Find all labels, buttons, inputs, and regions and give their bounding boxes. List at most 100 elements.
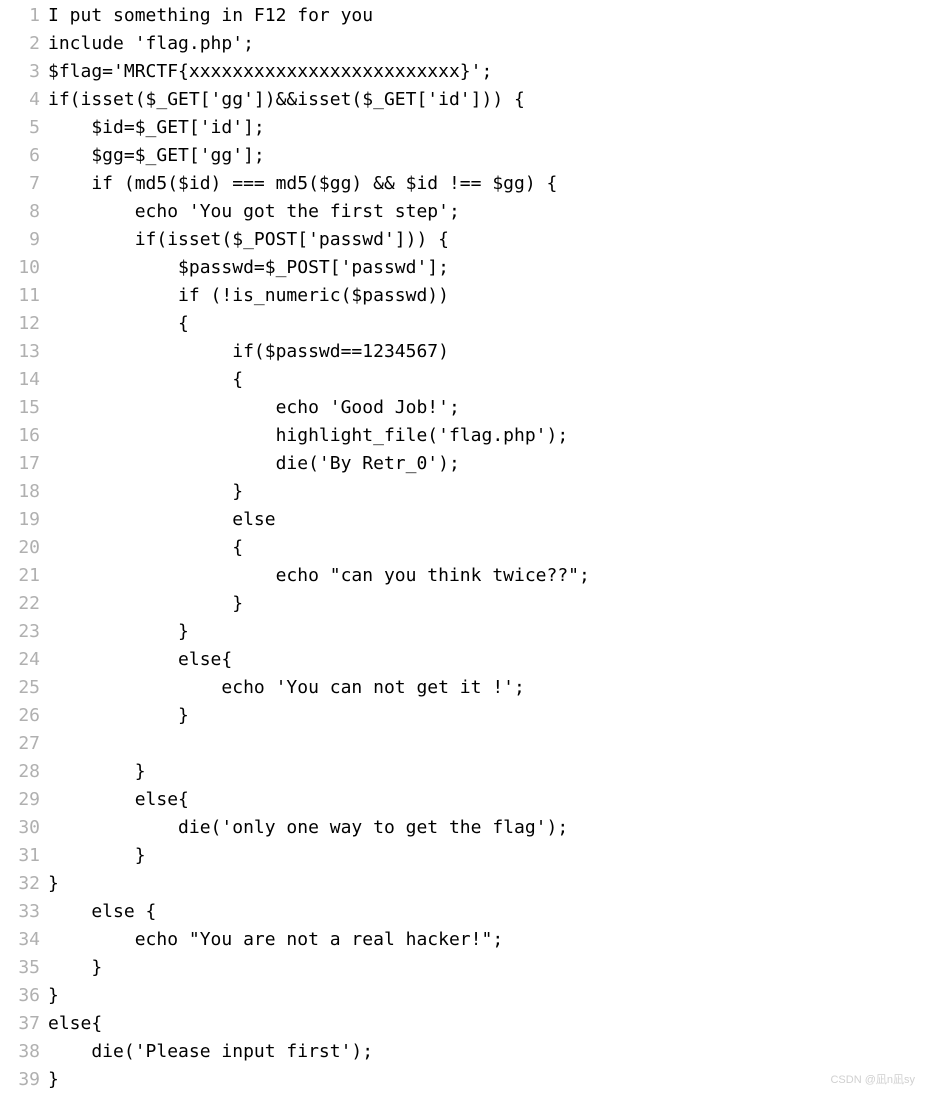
line-number: 13 [0,338,48,366]
line-number: 23 [0,618,48,646]
code-line: 25 echo 'You can not get it !'; [0,674,927,702]
code-text: else{ [48,646,232,674]
code-text: echo 'You can not get it !'; [48,674,525,702]
line-number: 9 [0,226,48,254]
code-text: if (!is_numeric($passwd)) [48,282,449,310]
code-text: } [48,590,243,618]
code-line: 33 else { [0,898,927,926]
line-number: 15 [0,394,48,422]
line-number: 26 [0,702,48,730]
line-number: 32 [0,870,48,898]
code-line: 3$flag='MRCTF{xxxxxxxxxxxxxxxxxxxxxxxxx}… [0,58,927,86]
code-text: echo 'Good Job!'; [48,394,460,422]
code-text: echo "can you think twice??"; [48,562,590,590]
code-line: 11 if (!is_numeric($passwd)) [0,282,927,310]
line-number: 37 [0,1010,48,1038]
code-line: 2include 'flag.php'; [0,30,927,58]
code-text: echo "You are not a real hacker!"; [48,926,503,954]
code-line: 36} [0,982,927,1010]
code-line: 29 else{ [0,786,927,814]
code-text: if(isset($_GET['gg'])&&isset($_GET['id']… [48,86,525,114]
code-text: $gg=$_GET['gg']; [48,142,265,170]
line-number: 1 [0,2,48,30]
code-text: } [48,842,146,870]
code-text: if (md5($id) === md5($gg) && $id !== $gg… [48,170,557,198]
code-text: if(isset($_POST['passwd'])) { [48,226,449,254]
code-block: 1I put something in F12 for you2include … [0,0,927,1096]
code-text: if($passwd==1234567) [48,338,449,366]
code-text: die('only one way to get the flag'); [48,814,568,842]
code-text: } [48,758,146,786]
line-number: 11 [0,282,48,310]
code-line: 32} [0,870,927,898]
line-number: 5 [0,114,48,142]
code-text: } [48,982,59,1010]
line-number: 35 [0,954,48,982]
code-line: 24 else{ [0,646,927,674]
code-text: } [48,870,59,898]
code-line: 21 echo "can you think twice??"; [0,562,927,590]
line-number: 30 [0,814,48,842]
code-text: else{ [48,786,189,814]
code-line: 9 if(isset($_POST['passwd'])) { [0,226,927,254]
code-text: } [48,1066,59,1094]
line-number: 20 [0,534,48,562]
line-number: 12 [0,310,48,338]
line-number: 22 [0,590,48,618]
code-line: 27 [0,730,927,758]
code-line: 5 $id=$_GET['id']; [0,114,927,142]
code-line: 4if(isset($_GET['gg'])&&isset($_GET['id'… [0,86,927,114]
line-number: 6 [0,142,48,170]
code-text: } [48,618,189,646]
line-number: 29 [0,786,48,814]
code-line: 15 echo 'Good Job!'; [0,394,927,422]
code-text: } [48,478,243,506]
line-number: 16 [0,422,48,450]
code-text: { [48,366,243,394]
code-line: 18 } [0,478,927,506]
line-number: 33 [0,898,48,926]
line-number: 27 [0,730,48,758]
code-text: $flag='MRCTF{xxxxxxxxxxxxxxxxxxxxxxxxx}'… [48,58,492,86]
code-text: echo 'You got the first step'; [48,198,460,226]
code-line: 34 echo "You are not a real hacker!"; [0,926,927,954]
code-line: 37else{ [0,1010,927,1038]
line-number: 18 [0,478,48,506]
line-number: 8 [0,198,48,226]
line-number: 21 [0,562,48,590]
code-text: } [48,954,102,982]
line-number: 19 [0,506,48,534]
code-text: $passwd=$_POST['passwd']; [48,254,449,282]
code-line: 1I put something in F12 for you [0,2,927,30]
code-line: 28 } [0,758,927,786]
code-text: highlight_file('flag.php'); [48,422,568,450]
watermark: CSDN @凪n凪sy [830,1066,915,1094]
line-number: 4 [0,86,48,114]
line-number: 34 [0,926,48,954]
code-line: 10 $passwd=$_POST['passwd']; [0,254,927,282]
code-text: else { [48,898,156,926]
line-number: 2 [0,30,48,58]
code-line: 7 if (md5($id) === md5($gg) && $id !== $… [0,170,927,198]
line-number: 7 [0,170,48,198]
line-number: 14 [0,366,48,394]
code-text: { [48,310,189,338]
code-text: $id=$_GET['id']; [48,114,265,142]
code-line: 38 die('Please input first'); [0,1038,927,1066]
line-number: 17 [0,450,48,478]
code-line: 35 } [0,954,927,982]
code-line: 23 } [0,618,927,646]
line-number: 3 [0,58,48,86]
code-text: } [48,702,189,730]
code-line: 8 echo 'You got the first step'; [0,198,927,226]
code-text: die('Please input first'); [48,1038,373,1066]
code-line: 6 $gg=$_GET['gg']; [0,142,927,170]
line-number: 28 [0,758,48,786]
code-text: else [48,506,276,534]
line-number: 31 [0,842,48,870]
code-text: I put something in F12 for you [48,2,373,30]
code-text: else{ [48,1010,102,1038]
code-line: 39} [0,1066,927,1094]
line-number: 25 [0,674,48,702]
code-line: 31 } [0,842,927,870]
